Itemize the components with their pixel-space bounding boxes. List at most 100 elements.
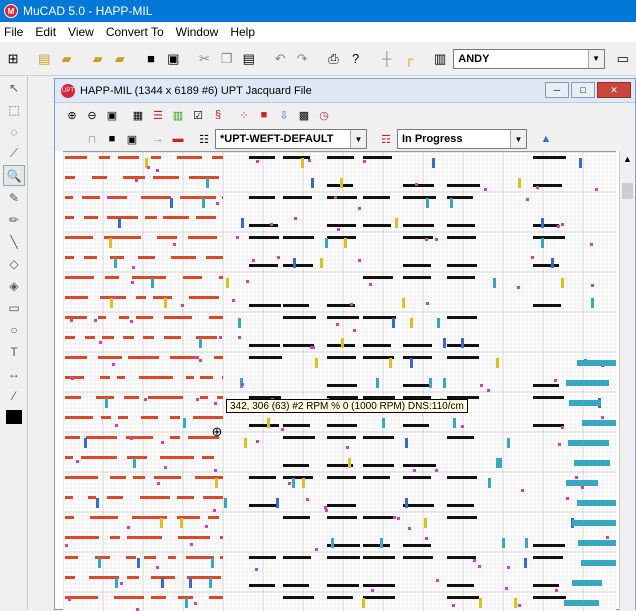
- chevron-down-icon[interactable]: ▼: [587, 49, 604, 68]
- disks-icon[interactable]: ▣: [123, 130, 141, 148]
- vertical-scrollbar[interactable]: ▲: [619, 151, 635, 611]
- paste-icon[interactable]: ▤: [240, 49, 258, 69]
- menu-file[interactable]: File: [4, 25, 23, 39]
- layout-icon[interactable]: ▥: [431, 49, 449, 69]
- grid-cell: [487, 389, 490, 392]
- pencil-icon[interactable]: ✏: [3, 209, 25, 230]
- arrow-icon[interactable]: →: [149, 130, 167, 148]
- dots-icon[interactable]: ⁘: [235, 106, 253, 124]
- status-combo[interactable]: In Progress ▼: [397, 129, 527, 149]
- weave-icon[interactable]: ⊞: [4, 49, 22, 69]
- grid-cell: [188, 236, 217, 239]
- grid-cell: [363, 344, 391, 347]
- grid-cell: [479, 598, 482, 608]
- card-icon[interactable]: ▩: [295, 106, 313, 124]
- grid-cell: [327, 424, 357, 427]
- grid-cell: [180, 196, 216, 199]
- maximize-button[interactable]: □: [571, 82, 595, 98]
- grid-cell: [403, 464, 436, 467]
- grid-cell: [206, 178, 209, 188]
- download-icon[interactable]: ⇩: [275, 106, 293, 124]
- grid-cell: [118, 156, 139, 159]
- grid-cell: [105, 276, 119, 279]
- grid-cell: [363, 156, 392, 159]
- weft-combo[interactable]: *UPT-WEFT-DEFAULT ▼: [215, 129, 367, 149]
- eraser-icon[interactable]: ◇: [3, 253, 25, 274]
- save-all-icon[interactable]: ▣: [164, 49, 182, 69]
- minimize-button[interactable]: ─: [545, 82, 569, 98]
- new-file-icon[interactable]: ▤: [35, 49, 53, 69]
- jacquard-canvas[interactable]: [63, 152, 616, 611]
- scroll-thumb[interactable]: [622, 183, 633, 199]
- save-icon[interactable]: ■: [142, 49, 160, 69]
- grid-cell: [232, 299, 235, 302]
- undo-icon[interactable]: ↶: [271, 49, 289, 69]
- weave-pattern-icon[interactable]: §: [209, 106, 227, 124]
- grid-cell: [65, 156, 87, 159]
- help-pointer-icon[interactable]: ?: [347, 49, 365, 69]
- menu-window[interactable]: Window: [176, 25, 219, 39]
- grid-cell: [533, 156, 566, 159]
- copy-icon[interactable]: ❐: [218, 49, 236, 69]
- screen-icon[interactable]: ▭: [614, 49, 632, 69]
- open-folder-2-icon[interactable]: ▰: [111, 49, 129, 69]
- menu-edit[interactable]: Edit: [35, 25, 56, 39]
- user-combo[interactable]: ANDY ▼: [453, 48, 605, 69]
- chevron-down-icon[interactable]: ▼: [350, 130, 366, 148]
- pointer-icon[interactable]: ↖: [3, 77, 25, 98]
- cut-icon[interactable]: ✂: [195, 49, 213, 69]
- grid-cell: [331, 538, 334, 548]
- bottle-icon[interactable]: ⊓: [83, 130, 101, 148]
- grid-cell: [189, 578, 192, 588]
- grid-cell: [403, 424, 429, 427]
- grid-icon[interactable]: ┼: [378, 49, 396, 69]
- bell-icon[interactable]: ▲: [537, 130, 555, 148]
- check-icon[interactable]: ☑: [189, 106, 207, 124]
- marquee-select-icon[interactable]: ⬚: [3, 99, 25, 120]
- scroll-up-icon[interactable]: ▲: [620, 151, 635, 167]
- zoom-in-icon[interactable]: ⊕: [63, 106, 81, 124]
- grid-cell: [151, 156, 161, 159]
- line-tool-icon[interactable]: ╲: [3, 231, 25, 252]
- current-color-swatch[interactable]: [6, 410, 22, 424]
- open-file-icon[interactable]: ▰: [89, 49, 107, 69]
- chevron-down-icon[interactable]: ▼: [510, 130, 526, 148]
- grid-cell: [283, 436, 315, 439]
- grid-view-icon[interactable]: ▦: [129, 106, 147, 124]
- eyedropper-icon[interactable]: ⁄: [3, 385, 25, 406]
- fit-view-icon[interactable]: ▣: [103, 106, 121, 124]
- jacquard-grid[interactable]: [63, 151, 616, 611]
- close-button[interactable]: ✕: [597, 82, 631, 98]
- open-folder-icon[interactable]: ▰: [57, 49, 75, 69]
- rectangle-icon[interactable]: ▭: [3, 297, 25, 318]
- flag-icon[interactable]: ▬: [169, 130, 187, 148]
- line-pick-icon[interactable]: ⟋: [3, 143, 25, 164]
- grid-cell: [249, 556, 276, 559]
- palette-icon[interactable]: ▥: [169, 106, 187, 124]
- menu-convert-to[interactable]: Convert To: [106, 25, 164, 39]
- clock-icon[interactable]: ◷: [315, 106, 333, 124]
- zoom-out-icon[interactable]: ⊖: [83, 106, 101, 124]
- redo-icon[interactable]: ↷: [293, 49, 311, 69]
- print-icon[interactable]: ⎙: [324, 49, 342, 69]
- lasso-icon[interactable]: ◌: [3, 121, 25, 142]
- color-bars-icon[interactable]: ☰: [149, 106, 167, 124]
- status-icon[interactable]: ☶: [377, 130, 395, 148]
- weft-icon[interactable]: ☷: [195, 130, 213, 148]
- fill-icon[interactable]: ◈: [3, 275, 25, 296]
- grid-cell: [252, 259, 255, 262]
- menu-view[interactable]: View: [68, 25, 94, 39]
- menu-help[interactable]: Help: [230, 25, 255, 39]
- zoom-tool-icon[interactable]: 🔍: [3, 165, 25, 186]
- ellipse-icon[interactable]: ○: [3, 319, 25, 340]
- measure-icon[interactable]: ↔: [3, 363, 25, 384]
- grid-corner-icon[interactable]: ┌: [400, 49, 418, 69]
- upt-logo-icon: UPT: [61, 83, 75, 98]
- grid-cell: [363, 464, 394, 467]
- brush-icon[interactable]: ✎: [3, 187, 25, 208]
- grid-cell: [334, 196, 337, 199]
- disk-icon[interactable]: ■: [103, 130, 121, 148]
- text-tool-icon[interactable]: T: [3, 341, 25, 362]
- grid-cell: [216, 202, 219, 205]
- stop-icon[interactable]: ■: [255, 106, 273, 124]
